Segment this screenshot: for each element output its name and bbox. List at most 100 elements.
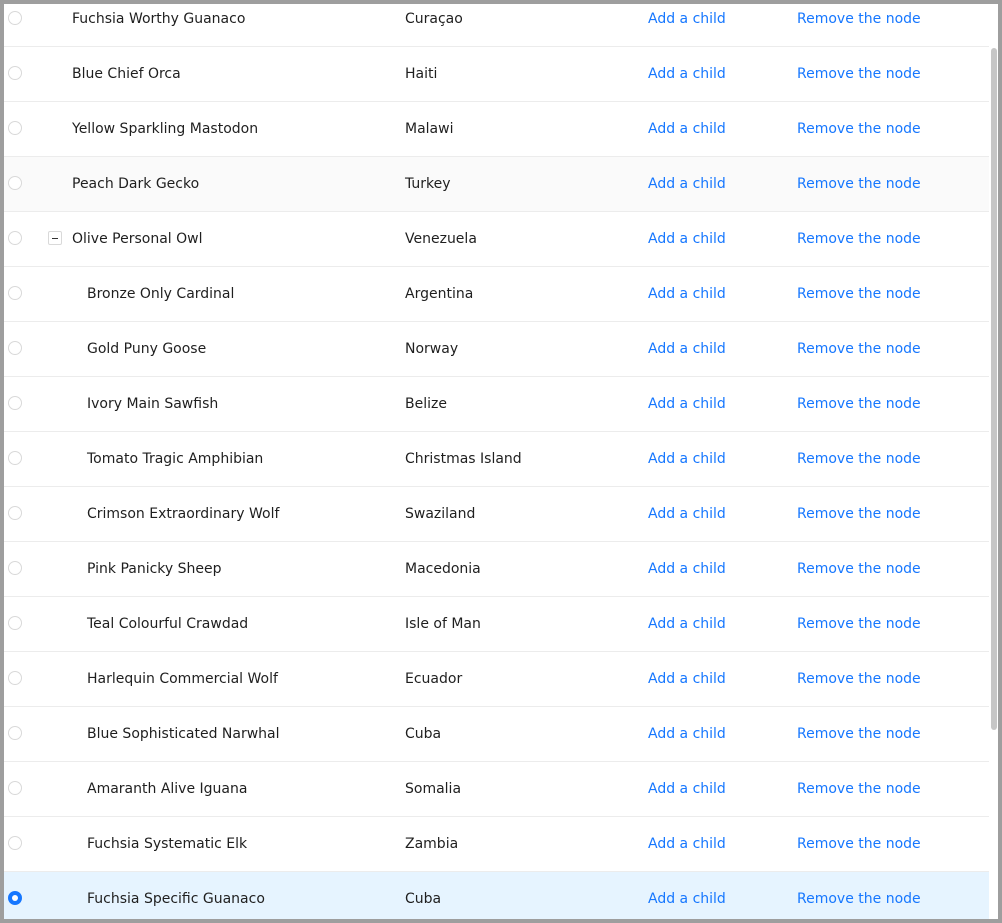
- row-select-radio[interactable]: [8, 121, 22, 135]
- row-select-radio[interactable]: [8, 671, 22, 685]
- add-child-link[interactable]: Add a child: [648, 669, 726, 689]
- row-select-radio[interactable]: [8, 561, 22, 575]
- node-country: Christmas Island: [405, 451, 522, 467]
- add-child-link[interactable]: Add a child: [648, 779, 726, 799]
- row-select-radio[interactable]: [8, 506, 22, 520]
- remove-node-link[interactable]: Remove the node: [797, 559, 921, 579]
- add-child-link[interactable]: Add a child: [648, 504, 726, 524]
- node-country: Norway: [405, 341, 459, 357]
- remove-node-link[interactable]: Remove the node: [797, 779, 921, 799]
- table-row[interactable]: Pink Panicky Sheep Macedonia Add a child Re…: [4, 542, 989, 597]
- tree-table-window: Fuchsia Worthy Guanaco Curaçao Add a child…: [4, 4, 998, 919]
- node-name: Pink Panicky Sheep: [87, 561, 222, 577]
- add-child-link[interactable]: Add a child: [648, 64, 726, 84]
- remove-node-link[interactable]: Remove the node: [797, 64, 921, 84]
- table-row[interactable]: Bronze Only Cardinal Argentina Add a child…: [4, 267, 989, 322]
- table-row[interactable]: Yellow Sparkling Mastodon Malawi Add a chi…: [4, 102, 989, 157]
- node-country: Belize: [405, 396, 447, 412]
- node-name: Blue Chief Orca: [72, 66, 181, 82]
- node-name: Crimson Extraordinary Wolf: [87, 506, 280, 522]
- node-name: Gold Puny Goose: [87, 341, 207, 357]
- row-select-radio[interactable]: [8, 231, 22, 245]
- add-child-link[interactable]: Add a child: [648, 449, 726, 469]
- add-child-link[interactable]: Add a child: [648, 614, 726, 634]
- table-row[interactable]: Ivory Main Sawfish Belize Add a child Remov…: [4, 377, 989, 432]
- row-select-radio[interactable]: [8, 66, 22, 80]
- node-name: Harlequin Commercial Wolf: [87, 671, 278, 687]
- remove-node-link[interactable]: Remove the node: [797, 229, 921, 249]
- node-country: Venezuela: [405, 231, 477, 247]
- node-name: Ivory Main Sawfish: [87, 396, 219, 412]
- table-row[interactable]: Blue Chief Orca Haiti Add a child Remove th…: [4, 47, 989, 102]
- row-select-radio[interactable]: [8, 286, 22, 300]
- remove-node-link[interactable]: Remove the node: [797, 834, 921, 854]
- remove-node-link[interactable]: Remove the node: [797, 669, 921, 689]
- table-row[interactable]: Gold Puny Goose Norway Add a child Remove t…: [4, 322, 989, 377]
- row-select-radio[interactable]: [8, 616, 22, 630]
- remove-node-link[interactable]: Remove the node: [797, 449, 921, 469]
- node-name: Bronze Only Cardinal: [87, 286, 235, 302]
- remove-node-link[interactable]: Remove the node: [797, 394, 921, 414]
- node-country: Turkey: [405, 176, 451, 192]
- add-child-link[interactable]: Add a child: [648, 889, 726, 909]
- node-country: Haiti: [405, 66, 438, 82]
- remove-node-link[interactable]: Remove the node: [797, 119, 921, 139]
- table-row[interactable]: Fuchsia Worthy Guanaco Curaçao Add a child…: [4, 4, 989, 47]
- table-row[interactable]: Olive Personal Owl Venezuela Add a child Re…: [4, 212, 989, 267]
- row-select-radio[interactable]: [8, 891, 22, 905]
- remove-node-link[interactable]: Remove the node: [797, 174, 921, 194]
- node-name: Yellow Sparkling Mastodon: [72, 121, 259, 137]
- table-row[interactable]: Blue Sophisticated Narwhal Cuba Add a chil…: [4, 707, 989, 762]
- table-row[interactable]: Crimson Extraordinary Wolf Swaziland Add a…: [4, 487, 989, 542]
- add-child-link[interactable]: Add a child: [648, 9, 726, 29]
- remove-node-link[interactable]: Remove the node: [797, 889, 921, 909]
- scrollbar-thumb[interactable]: [991, 48, 997, 730]
- add-child-link[interactable]: Add a child: [648, 559, 726, 579]
- remove-node-link[interactable]: Remove the node: [797, 339, 921, 359]
- node-name: Fuchsia Systematic Elk: [87, 836, 248, 852]
- node-country: Cuba: [405, 891, 442, 907]
- table-row[interactable]: Harlequin Commercial Wolf Ecuador Add a ch…: [4, 652, 989, 707]
- add-child-link[interactable]: Add a child: [648, 834, 726, 854]
- node-name: Fuchsia Worthy Guanaco: [72, 11, 246, 27]
- tree-table: Fuchsia Worthy Guanaco Curaçao Add a child…: [4, 4, 989, 919]
- table-row[interactable]: Fuchsia Systematic Elk Zambia Add a child R…: [4, 817, 989, 872]
- node-name: Peach Dark Gecko: [72, 176, 200, 192]
- remove-node-link[interactable]: Remove the node: [797, 504, 921, 524]
- row-select-radio[interactable]: [8, 726, 22, 740]
- add-child-link[interactable]: Add a child: [648, 174, 726, 194]
- table-row[interactable]: Tomato Tragic Amphibian Christmas Island A…: [4, 432, 989, 487]
- table-row[interactable]: Amaranth Alive Iguana Somalia Add a child R…: [4, 762, 989, 817]
- table-row[interactable]: Peach Dark Gecko Turkey Add a child Remove …: [4, 157, 989, 212]
- table-row[interactable]: Fuchsia Specific Guanaco Cuba Add a child R…: [4, 872, 989, 919]
- add-child-link[interactable]: Add a child: [648, 724, 726, 744]
- collapse-icon[interactable]: [48, 231, 62, 245]
- remove-node-link[interactable]: Remove the node: [797, 9, 921, 29]
- vertical-scrollbar[interactable]: [989, 4, 998, 919]
- remove-node-link[interactable]: Remove the node: [797, 724, 921, 744]
- node-country: Isle of Man: [405, 616, 481, 632]
- add-child-link[interactable]: Add a child: [648, 119, 726, 139]
- row-select-radio[interactable]: [8, 341, 22, 355]
- row-select-radio[interactable]: [8, 11, 22, 25]
- node-name: Tomato Tragic Amphibian: [87, 451, 264, 467]
- row-select-radio[interactable]: [8, 176, 22, 190]
- add-child-link[interactable]: Add a child: [648, 229, 726, 249]
- add-child-link[interactable]: Add a child: [648, 284, 726, 304]
- remove-node-link[interactable]: Remove the node: [797, 284, 921, 304]
- add-child-link[interactable]: Add a child: [648, 339, 726, 359]
- node-name: Teal Colourful Crawdad: [87, 616, 249, 632]
- node-country: Curaçao: [405, 11, 463, 27]
- row-select-radio[interactable]: [8, 396, 22, 410]
- remove-node-link[interactable]: Remove the node: [797, 614, 921, 634]
- node-name: Blue Sophisticated Narwhal: [87, 726, 280, 742]
- node-country: Ecuador: [405, 671, 463, 687]
- node-name: Olive Personal Owl: [72, 231, 203, 247]
- table-row[interactable]: Teal Colourful Crawdad Isle of Man Add a c…: [4, 597, 989, 652]
- row-select-radio[interactable]: [8, 836, 22, 850]
- row-select-radio[interactable]: [8, 451, 22, 465]
- add-child-link[interactable]: Add a child: [648, 394, 726, 414]
- row-select-radio[interactable]: [8, 781, 22, 795]
- node-country: Cuba: [405, 726, 442, 742]
- node-country: Swaziland: [405, 506, 476, 522]
